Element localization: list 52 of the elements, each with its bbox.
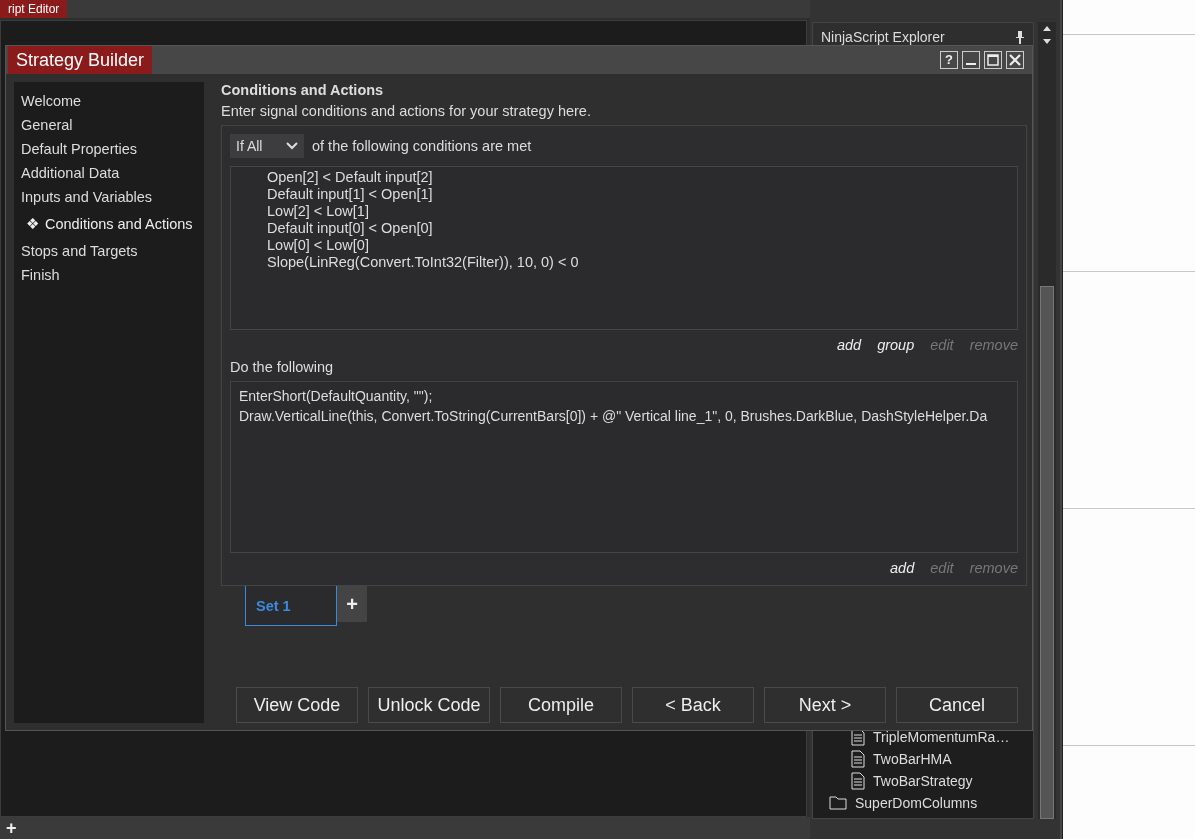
condition-line[interactable]: Low[2] < Low[1] (267, 203, 1017, 220)
action-line[interactable]: EnterShort(DefaultQuantity, ""); (239, 386, 1017, 406)
mode-dropdown[interactable]: If All (230, 134, 304, 158)
description: Enter signal conditions and actions for your strategy here. (221, 103, 592, 119)
dialog-button[interactable]: Cancel (896, 687, 1018, 723)
dialog-button[interactable]: Unlock Code (368, 687, 490, 723)
condition-line[interactable]: Open[2] < Default input[2] (267, 169, 1017, 186)
section-label: Do the following (230, 359, 335, 375)
condition-line[interactable]: Default input[0] < Open[0] (267, 220, 1017, 237)
chevron-down-icon[interactable] (286, 142, 298, 150)
section-heading: Conditions and Actions (221, 82, 385, 98)
nav-item[interactable]: Stops and Targets (14, 239, 204, 263)
condition-label: of the following conditions are met (312, 138, 532, 154)
nav-item[interactable]: Finish (14, 263, 204, 287)
nav-item[interactable]: General (14, 113, 204, 137)
document-icon (851, 728, 865, 746)
tree-item[interactable]: TwoBarHMA (873, 751, 952, 767)
dialog-button[interactable]: View Code (236, 687, 358, 723)
add-button[interactable]: + (0, 818, 23, 838)
action-link[interactable]: group (877, 337, 915, 353)
condition-line[interactable]: Default input[1] < Open[1] (267, 186, 1017, 203)
panel-title: NinjaScript Explorer (821, 29, 945, 45)
folder-icon (829, 796, 847, 810)
scroll-thumb[interactable] (1040, 286, 1054, 819)
editor-tab[interactable]: ript Editor (0, 0, 68, 18)
document-icon (851, 750, 865, 768)
nav-item[interactable]: Additional Data (14, 161, 204, 185)
nav-item[interactable]: Default Properties (14, 137, 204, 161)
nav-item[interactable]: ❖ Conditions and Actions (14, 209, 204, 239)
maximize-icon[interactable] (984, 51, 1002, 69)
tree-item[interactable]: SuperDomColumns (855, 795, 978, 811)
tree-item[interactable]: TwoBarStrategy (873, 773, 973, 789)
minimize-icon[interactable] (962, 51, 980, 69)
document-icon (851, 772, 865, 790)
scrollbar[interactable] (1038, 22, 1056, 819)
tree-item[interactable]: TripleMomentumRa… (873, 729, 1010, 745)
set-tab[interactable]: Set 1 (245, 586, 337, 626)
dialog-button[interactable]: Next > (764, 687, 886, 723)
nav-item[interactable]: Inputs and Variables (14, 185, 204, 209)
action-line[interactable]: Draw.VerticalLine(this, Convert.ToString(CurrentBars[0]) + @" Vertical line_1", 0, Brushes.DarkBlue, DashStyleHelper.Da (239, 406, 1017, 426)
close-icon[interactable] (1006, 51, 1024, 69)
condition-line[interactable]: Low[0] < Low[0] (267, 237, 1017, 254)
dialog-button[interactable]: < Back (632, 687, 754, 723)
dialog-button[interactable]: Compile (500, 687, 622, 723)
add-set-button[interactable]: + (337, 586, 367, 622)
action-link[interactable]: add (890, 560, 915, 576)
condition-line[interactable]: Slope(LinReg(Convert.ToInt32(Filter)), 10, 0) < 0 (267, 254, 1017, 271)
window-title: Strategy Builder (8, 46, 153, 74)
action-link[interactable]: add (836, 337, 862, 353)
nav-item[interactable]: Welcome (14, 89, 204, 113)
pin-icon[interactable] (1015, 30, 1025, 44)
help-button[interactable]: ? (940, 51, 958, 69)
